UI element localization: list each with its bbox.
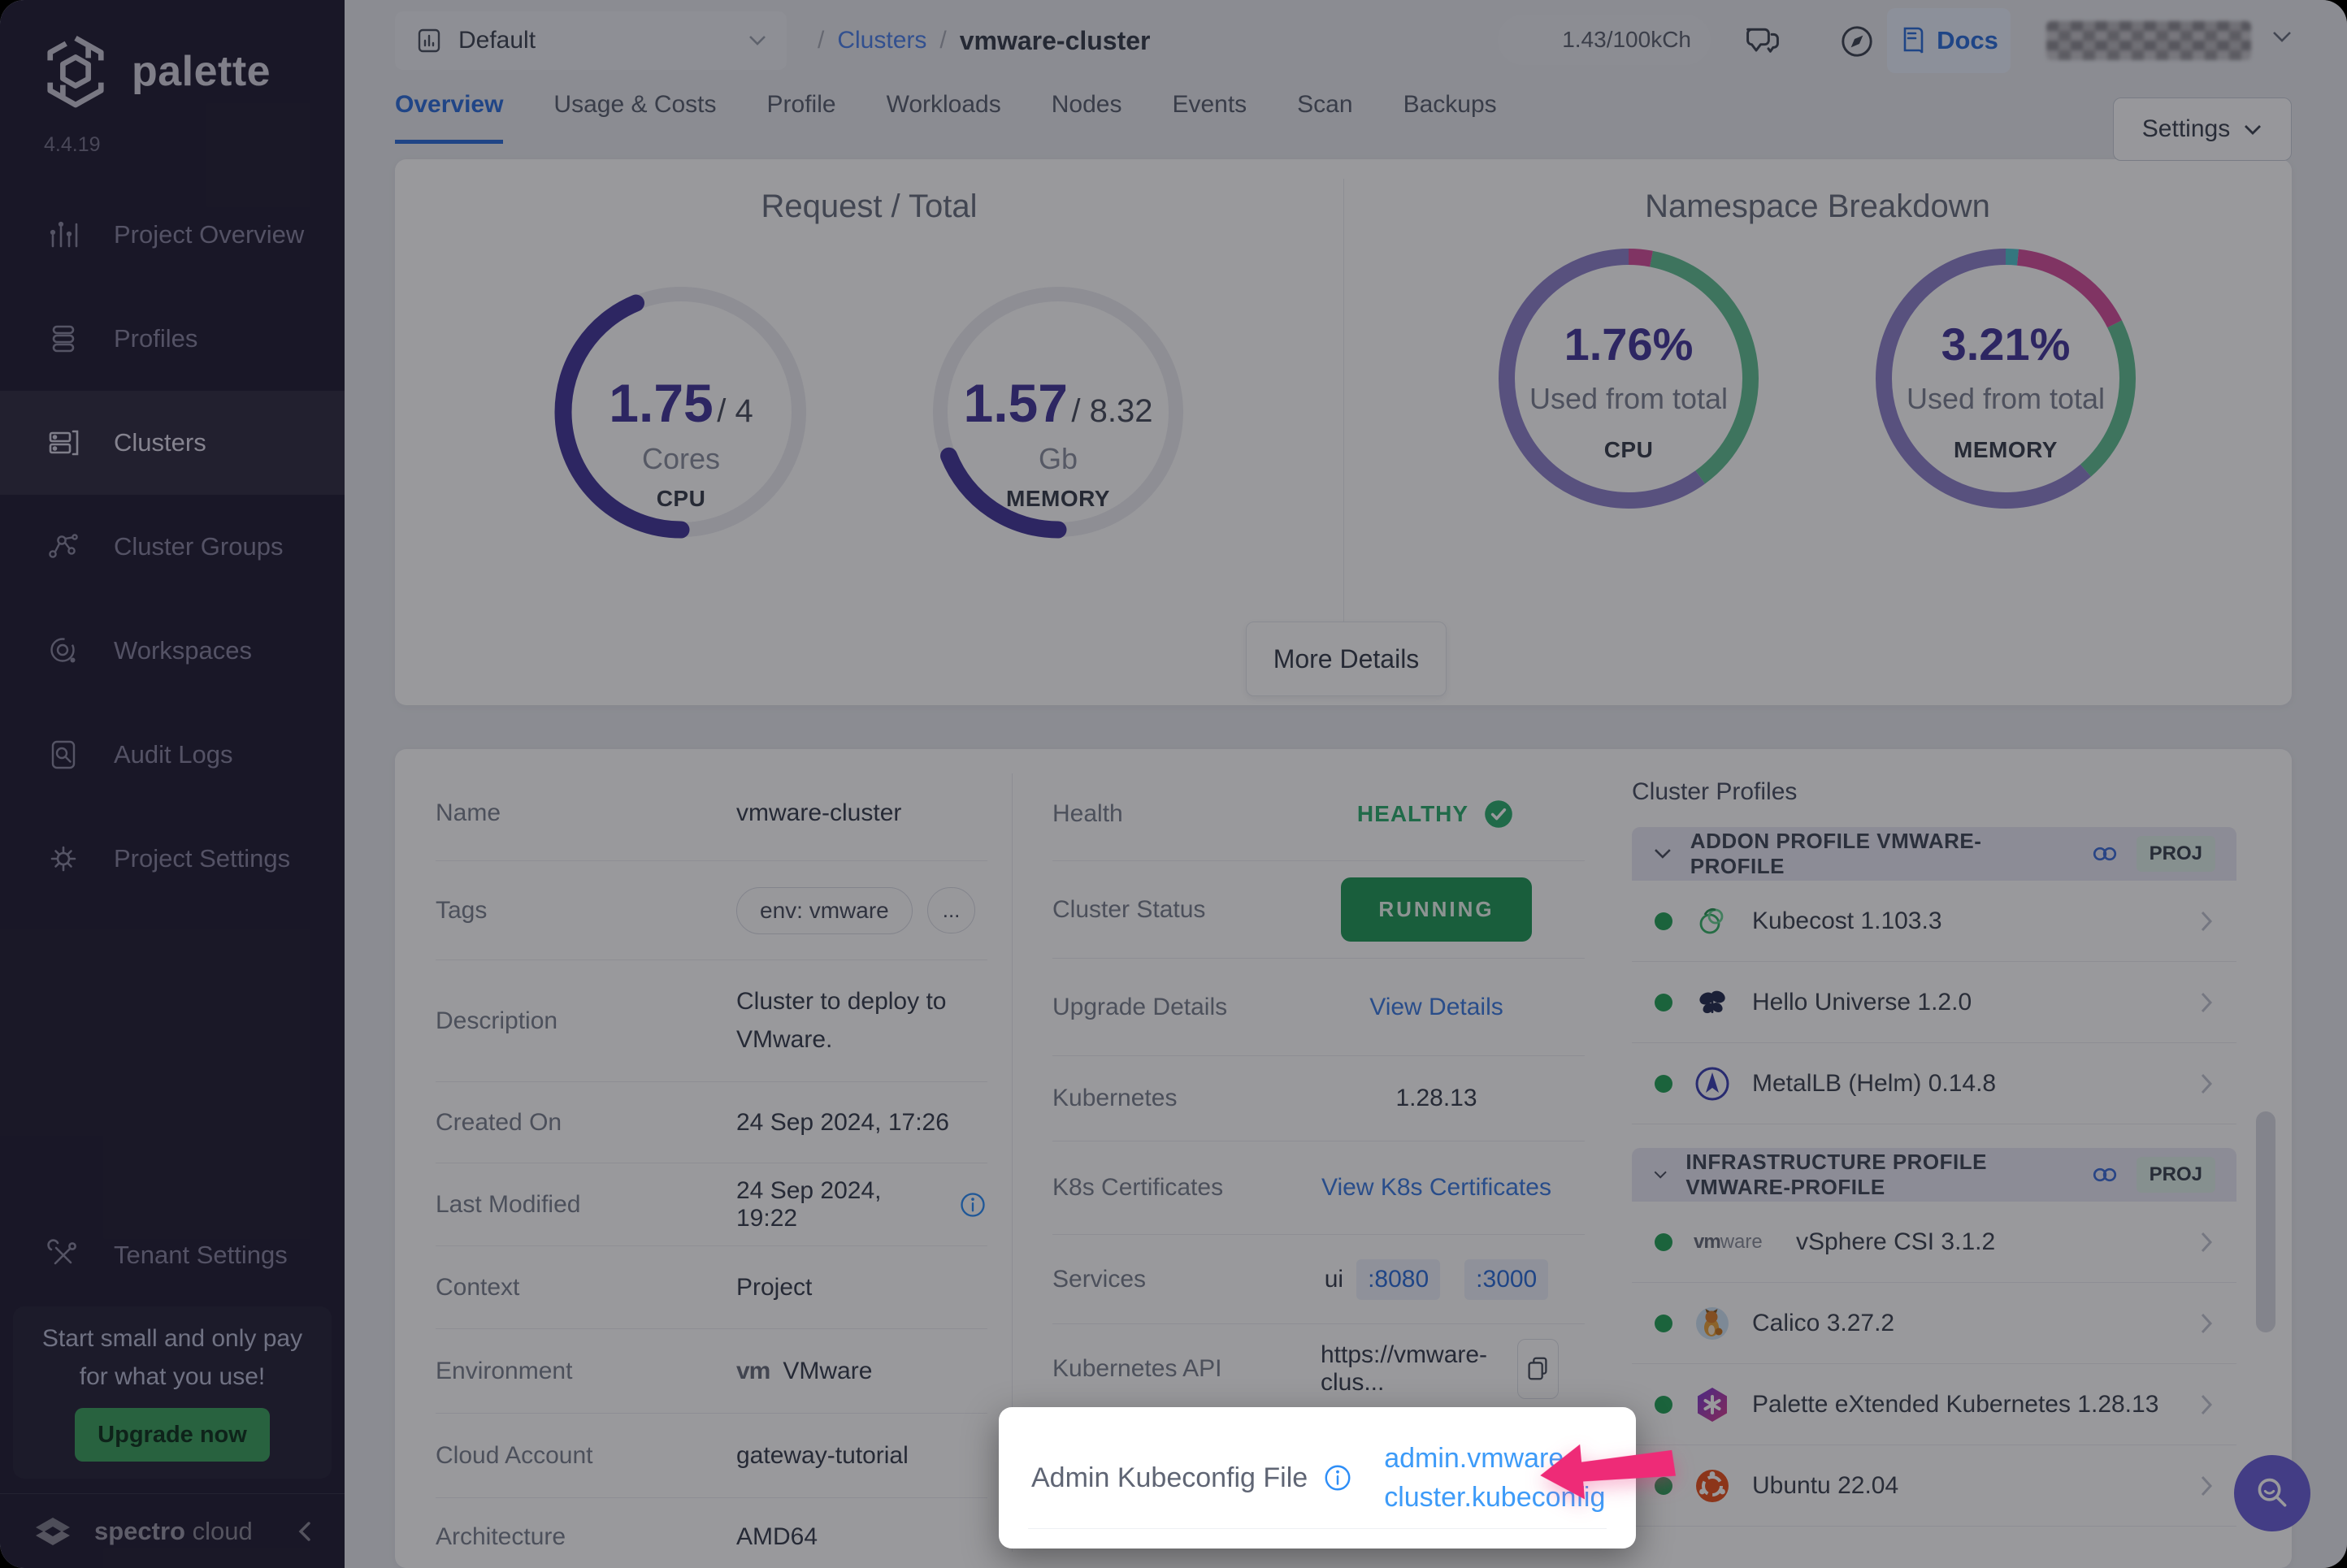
tutorial-dim-overlay bbox=[0, 0, 2347, 1568]
tutorial-arrow-annotation bbox=[1533, 1431, 1680, 1510]
app-window: palette 4.4.19 Project Overview Profiles… bbox=[0, 0, 2347, 1568]
info-icon[interactable] bbox=[1322, 1462, 1353, 1493]
admin-kubeconfig-spotlight-card: Admin Kubeconfig File admin.vmware- clus… bbox=[999, 1407, 1636, 1549]
card-separator bbox=[1028, 1528, 1607, 1529]
admin-kubeconfig-label: Admin Kubeconfig File bbox=[1031, 1462, 1308, 1494]
